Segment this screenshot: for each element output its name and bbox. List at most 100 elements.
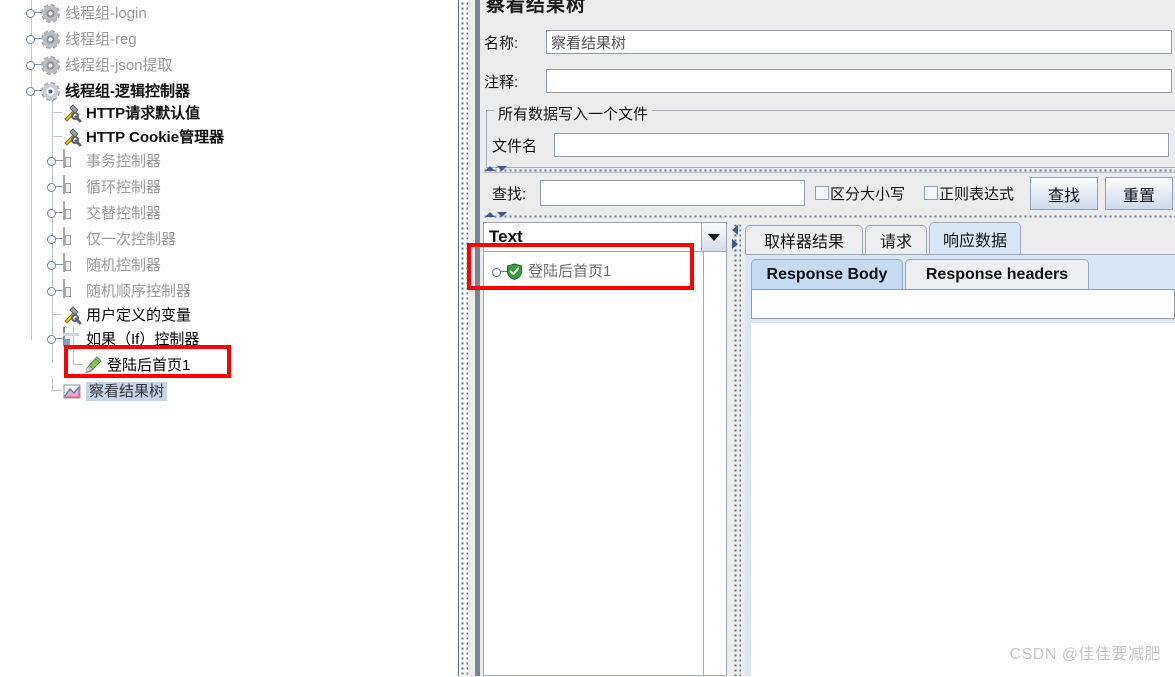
case-sensitive-label: 区分大小写 <box>830 186 906 203</box>
gear-icon <box>40 54 62 76</box>
expand-toggle-icon[interactable] <box>24 0 42 26</box>
tab-request[interactable]: 请求 <box>865 225 927 254</box>
tree-item-user-defined-variables[interactable]: 用户定义的变量 <box>45 302 191 328</box>
tree-item-label: 线程组-reg <box>65 30 137 48</box>
filename-input[interactable] <box>554 133 1169 157</box>
split-collapse-up-icon[interactable] <box>485 166 495 171</box>
results-split-divider[interactable] <box>483 212 1175 220</box>
search-input[interactable] <box>540 180 805 206</box>
tree-item-once-only-controller[interactable]: 仅一次控制器 <box>45 226 176 252</box>
tab-response-body[interactable]: Response Body <box>751 259 903 289</box>
tree-branch-icon <box>45 302 62 328</box>
name-label: 名称: <box>484 34 519 52</box>
expand-toggle-icon[interactable] <box>45 174 63 200</box>
tree-item-view-results-tree[interactable]: 察看结果树 <box>45 378 168 404</box>
tree-item-thread-group-json[interactable]: 线程组-json提取 <box>24 52 173 78</box>
tree-item-label: 交替控制器 <box>86 204 162 222</box>
expand-toggle-icon[interactable] <box>24 52 42 78</box>
result-item-row[interactable]: 登陆后首页1 <box>490 262 611 280</box>
checkbox-box-icon <box>815 186 829 200</box>
results-tree-list[interactable]: 登陆后首页1 <box>483 252 704 676</box>
tree-item-interleave-controller[interactable]: 交替控制器 <box>45 200 161 226</box>
expand-toggle-icon[interactable] <box>490 262 507 280</box>
tree-item-login-homepage-sampler[interactable]: 登陆后首页1 <box>66 352 190 378</box>
name-input[interactable] <box>546 30 1172 54</box>
tree-item-loop-controller[interactable]: 循环控制器 <box>45 174 161 200</box>
tree-branch-icon <box>45 378 62 404</box>
view-renderer-select[interactable]: Text <box>483 222 727 252</box>
filename-row: 文件名 <box>492 133 1169 157</box>
divider-gap <box>468 0 475 676</box>
chevron-down-icon[interactable] <box>701 223 726 251</box>
results-list-pane: Text 登陆后首页1 <box>483 222 727 676</box>
test-plan-tree[interactable]: 线程组-login 线程组-reg 线程组-json提取 线程组-逻辑控制器 H… <box>0 0 458 676</box>
expand-toggle-icon[interactable] <box>45 200 63 226</box>
collapse-toggle-icon[interactable] <box>24 78 42 104</box>
tree-branch-icon <box>66 352 83 378</box>
tree-item-label: 登陆后首页1 <box>107 356 191 374</box>
response-tabstrip: Response Body Response headers <box>751 259 1171 289</box>
collapse-toggle-icon[interactable] <box>45 326 63 352</box>
results-tree-scrollbar[interactable] <box>704 252 727 676</box>
tree-item-http-cookie-manager[interactable]: HTTP Cookie管理器 <box>45 124 224 150</box>
find-button[interactable]: 查找 <box>1030 177 1098 210</box>
tree-item-thread-group-reg[interactable]: 线程组-reg <box>24 26 137 52</box>
tab-sampler-result[interactable]: 取样器结果 <box>745 225 863 254</box>
expand-toggle-icon[interactable] <box>45 148 63 174</box>
write-all-data-legend: 所有数据写入一个文件 <box>494 103 653 124</box>
search-label: 查找: <box>492 186 527 203</box>
tree-item-http-request-defaults[interactable]: HTTP请求默认值 <box>45 100 200 126</box>
detail-tab-content: Response Body Response headers <box>745 254 1175 677</box>
view-results-tree-panel: 察看结果树 名称: 注释: 所有数据写入一个文件 文件名 查找: 区分大小写 正… <box>467 0 1175 677</box>
tab-response-data[interactable]: 响应数据 <box>929 222 1021 254</box>
tree-branch-icon <box>45 124 62 150</box>
detail-tabstrip: 取样器结果 请求 响应数据 <box>745 222 1175 254</box>
split-collapse-left-icon[interactable] <box>732 225 738 235</box>
tree-item-label: 线程组-逻辑控制器 <box>65 82 190 100</box>
controller-icon <box>61 253 83 276</box>
tree-branch-icon <box>45 100 62 126</box>
tree-item-thread-group-login[interactable]: 线程组-login <box>24 0 147 26</box>
comment-input[interactable] <box>546 69 1172 93</box>
tree-item-label: 循环控制器 <box>86 178 162 196</box>
tree-item-label: HTTP Cookie管理器 <box>86 128 225 146</box>
response-body-content[interactable] <box>751 323 1175 677</box>
reset-button[interactable]: 重置 <box>1105 177 1173 210</box>
controller-icon <box>61 279 83 302</box>
filename-label: 文件名 <box>492 137 538 155</box>
split-collapse-up-icon[interactable] <box>485 212 495 217</box>
tree-item-if-controller[interactable]: 如果（If）控制器 <box>45 326 199 352</box>
tree-item-label: 线程组-login <box>65 4 147 22</box>
pencil-icon <box>82 354 104 376</box>
tree-item-label: 如果（If）控制器 <box>86 330 200 348</box>
controller-icon <box>61 175 83 198</box>
divider-grip-dots <box>459 0 468 676</box>
regex-checkbox[interactable] <box>924 186 938 204</box>
regex-label: 正则表达式 <box>939 186 1015 203</box>
case-sensitive-checkbox[interactable] <box>815 186 829 204</box>
split-collapse-down-icon[interactable] <box>497 212 507 217</box>
results-tree-icon <box>61 380 83 402</box>
tools-icon <box>61 102 83 124</box>
split-collapse-down-icon[interactable] <box>497 166 507 171</box>
expand-toggle-icon[interactable] <box>24 26 42 52</box>
gear-icon <box>40 80 62 102</box>
tree-item-transaction-controller[interactable]: 事务控制器 <box>45 148 161 174</box>
tab-response-headers[interactable]: Response headers <box>905 259 1089 289</box>
tree-item-label: HTTP请求默认值 <box>86 104 201 122</box>
main-split-divider[interactable] <box>458 0 480 676</box>
tree-item-random-controller[interactable]: 随机控制器 <box>45 252 161 278</box>
split-collapse-right-icon[interactable] <box>732 239 738 249</box>
response-body-field[interactable] <box>751 289 1175 319</box>
tree-item-random-order-controller[interactable]: 随机顺序控制器 <box>45 278 191 304</box>
detail-pane: 取样器结果 请求 响应数据 Response Body Response hea… <box>745 222 1175 677</box>
tree-item-label: 仅一次控制器 <box>86 230 177 248</box>
expand-toggle-icon[interactable] <box>45 252 63 278</box>
expand-toggle-icon[interactable] <box>45 226 63 252</box>
comment-label: 注释: <box>484 73 519 91</box>
expand-toggle-icon[interactable] <box>45 278 63 304</box>
tree-item-label: 线程组-json提取 <box>65 56 173 74</box>
results-detail-split-divider[interactable] <box>729 222 745 676</box>
tools-icon <box>61 126 83 148</box>
tools-icon <box>61 304 83 326</box>
